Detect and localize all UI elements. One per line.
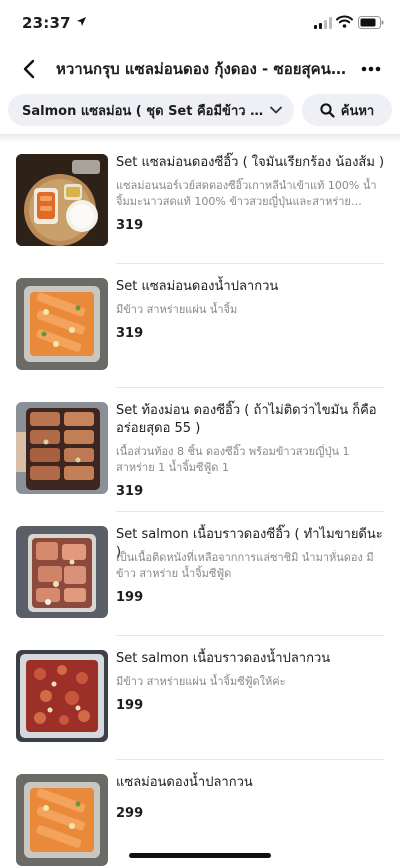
item-description: มีข้าว สาหร่ายแผ่น น้ำจิ้มซีฟู้ดให้ค่ะ xyxy=(116,675,286,688)
status-time: 23:37 xyxy=(22,14,71,32)
item-name: Set แซลม่อนดองซีอิ๊ว ( ใจมันเรียกร้อง น้… xyxy=(116,155,385,170)
item-description: มีข้าว สาหร่ายแผ่น น้ำจิ้ม xyxy=(116,303,238,316)
food-photo xyxy=(16,402,108,494)
item-name: Set salmon เนื้อบราวดองน้ำปลากวน xyxy=(116,651,331,666)
item-price: 319 xyxy=(116,484,144,499)
food-photo xyxy=(16,650,108,742)
back-button[interactable] xyxy=(14,54,44,84)
item-description: เนื้อส่วนท้อง 8 ชิ้น ดองซีอิ๊ว พร้อมข้าว… xyxy=(116,445,350,474)
item-name: Set ท้องม่อน ดองซีอิ๊ว ( ถ้าไม่ติดว่าไขม… xyxy=(116,403,377,436)
battery-icon xyxy=(358,16,384,29)
item-price: 199 xyxy=(116,590,144,605)
page-title: หวานกรุบ แซลม่อนดอง กุ้งดอง - ซอยสุคน... xyxy=(56,60,346,78)
item-name: Set แซลม่อนดองน้ำปลากวน xyxy=(116,279,279,294)
navigation-header: หวานกรุบ แซลม่อนดอง กุ้งดอง - ซอยสุคน... xyxy=(0,46,400,90)
item-price: 299 xyxy=(116,806,144,821)
cellular-signal-icon xyxy=(314,17,332,29)
chevron-left-icon xyxy=(23,59,35,79)
menu-item[interactable]: Set ท้องม่อน ดองซีอิ๊ว ( ถ้าไม่ติดว่าไขม… xyxy=(0,388,400,512)
food-photo xyxy=(16,774,108,866)
search-button-label: ค้นหา xyxy=(340,103,375,119)
food-photo xyxy=(16,154,108,246)
food-photo xyxy=(16,278,108,370)
category-dropdown-label: Salmon แซลม่อน ( ชุด Set คือมีข้าว ซี... xyxy=(22,103,264,119)
item-price: 319 xyxy=(116,326,144,341)
filter-row: Salmon แซลม่อน ( ชุด Set คือมีข้าว ซี...… xyxy=(0,94,400,130)
item-description: แซลม่อนนอร์เวย์สดดองซีอิ๊วเกาหลีนำเข้าแท… xyxy=(116,179,377,208)
home-indicator xyxy=(129,853,271,858)
more-options-button[interactable] xyxy=(356,54,386,84)
search-icon xyxy=(320,102,335,118)
search-button[interactable]: ค้นหา xyxy=(302,94,392,126)
wifi-icon xyxy=(336,15,353,28)
menu-item[interactable]: Set salmon เนื้อบราวดองซีอิ๊ว ( ทำไมขายด… xyxy=(0,512,400,636)
item-price: 199 xyxy=(116,698,144,713)
item-name: แซลม่อนดองน้ำปลากวน xyxy=(116,775,253,790)
chevron-down-icon xyxy=(270,106,282,114)
more-dots-icon xyxy=(361,66,381,72)
item-price: 319 xyxy=(116,218,144,233)
food-photo xyxy=(16,526,108,618)
menu-item[interactable]: Set salmon เนื้อบราวดองน้ำปลากวน มีข้าว … xyxy=(0,636,400,760)
status-bar: 23:37 xyxy=(0,0,400,46)
location-arrow-icon xyxy=(77,17,86,26)
category-dropdown[interactable]: Salmon แซลม่อน ( ชุด Set คือมีข้าว ซี... xyxy=(8,94,294,126)
menu-item[interactable]: Set แซลม่อนดองซีอิ๊ว ( ใจมันเรียกร้อง น้… xyxy=(0,140,400,264)
item-description: เป็นเนื้อติดหนังที่เหลือจากการแล่ซาชิมิ … xyxy=(116,551,374,580)
menu-item[interactable]: แซลม่อนดองน้ำปลากวน 299 xyxy=(0,760,400,866)
menu-item[interactable]: Set แซลม่อนดองน้ำปลากวน มีข้าว สาหร่ายแผ… xyxy=(0,264,400,388)
